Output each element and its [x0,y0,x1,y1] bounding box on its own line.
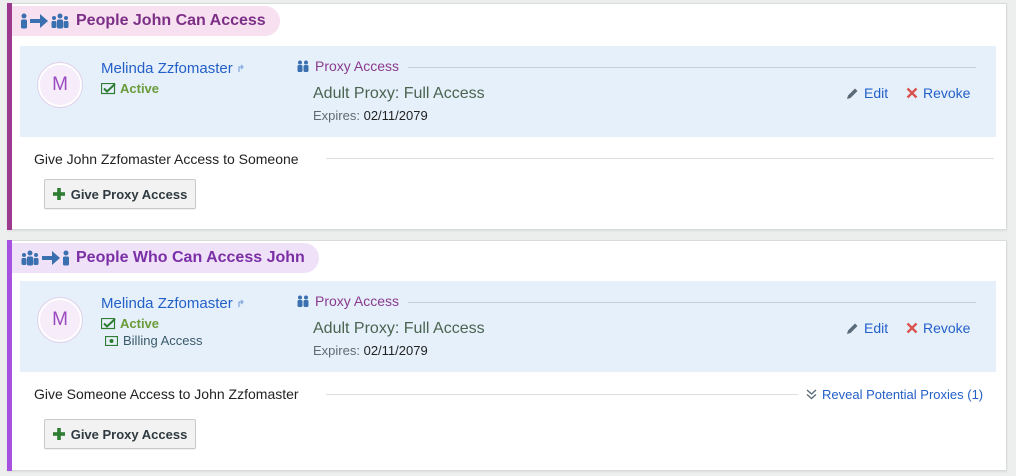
proxy-name: Melinda Zzfomaster [101,60,233,77]
arrow-right-icon [42,251,60,265]
proxy-icon [297,60,309,72]
pencil-icon [847,88,858,99]
expiration: Expires: 02/11/2079 [313,343,428,358]
proxy-access-text: Proxy Access [315,58,400,74]
edit-label: Edit [864,320,889,336]
title-icons [20,250,70,266]
plus-icon [52,188,65,200]
billing-access: Billing Access [105,333,202,348]
expires-date: 02/11/2079 [363,343,428,358]
proxy-access-label: Proxy Access [296,58,399,74]
proxy-access-label: Proxy Access [296,293,399,309]
group-icon [51,13,69,29]
checkmark-icon [101,317,116,329]
person-icon [63,250,69,266]
arrow-right-icon [30,14,48,28]
give-proxy-access-button[interactable]: Give Proxy Access [44,419,196,449]
close-icon [906,322,918,334]
section-title: People John Can Access [76,12,266,29]
button-label: Give Proxy Access [70,426,188,442]
expires-label: Expires: [313,108,360,123]
expires-label: Expires: [313,343,360,358]
proxy-card: M Melinda Zzfomaster Active Proxy Access… [20,46,996,137]
expiration: Expires: 02/11/2079 [313,108,428,123]
group-icon [21,250,39,266]
external-link-icon [238,299,244,307]
checkmark-icon [101,82,116,94]
reveal-label: Reveal Potential Proxies (1) [822,387,984,402]
expires-date: 02/11/2079 [363,108,428,123]
avatar: M [38,63,82,107]
section-title: People Who Can Access John [76,249,305,266]
section-title-pill: People Who Can Access John [12,243,319,273]
section-accent-bar [7,3,12,230]
plus-icon [52,428,65,440]
double-chevron-down-icon [806,389,817,400]
section-title-pill: People John Can Access [12,6,280,36]
edit-label: Edit [864,85,889,101]
divider [408,67,976,68]
proxy-card: M Melinda Zzfomaster Active Billing Acce… [20,281,996,372]
proxy-type: Adult Proxy: Full Access [313,85,485,102]
edit-button[interactable]: Edit [846,85,888,101]
divider [408,302,976,303]
reveal-potential-proxies-link[interactable]: Reveal Potential Proxies (1) [806,387,983,402]
proxy-name-link[interactable]: Melinda Zzfomaster [101,295,245,312]
billing-icon [105,335,118,346]
proxy-name: Melinda Zzfomaster [101,295,233,312]
divider [326,158,994,159]
give-access-heading: Give Someone Access to John Zzfomaster [34,386,299,402]
button-label: Give Proxy Access [70,186,188,202]
avatar: M [38,298,82,342]
status-text: Active [120,81,160,96]
billing-text: Billing Access [123,333,203,348]
proxy-access-text: Proxy Access [315,293,400,309]
proxy-type: Adult Proxy: Full Access [313,320,485,337]
revoke-button[interactable]: Revoke [906,320,970,336]
person-icon [21,13,27,29]
status-badge: Active [101,81,159,96]
revoke-label: Revoke [923,85,971,101]
proxy-name-link[interactable]: Melinda Zzfomaster [101,60,245,77]
status-text: Active [120,316,160,331]
title-icons [20,13,70,29]
pencil-icon [847,323,858,334]
section-people-john-can-access: People John Can Access M Melinda Zzfomas… [7,3,1007,230]
revoke-label: Revoke [923,320,971,336]
section-people-who-can-access-john: People Who Can Access John M Melinda Zzf… [7,240,1007,471]
revoke-button[interactable]: Revoke [906,85,970,101]
give-access-heading: Give John Zzfomaster Access to Someone [34,151,299,167]
proxy-icon [297,295,309,307]
edit-button[interactable]: Edit [846,320,888,336]
divider [326,394,798,395]
external-link-icon [238,64,244,72]
give-proxy-access-button[interactable]: Give Proxy Access [44,179,196,209]
close-icon [906,87,918,99]
section-accent-bar [7,240,12,471]
status-badge: Active [101,316,159,331]
